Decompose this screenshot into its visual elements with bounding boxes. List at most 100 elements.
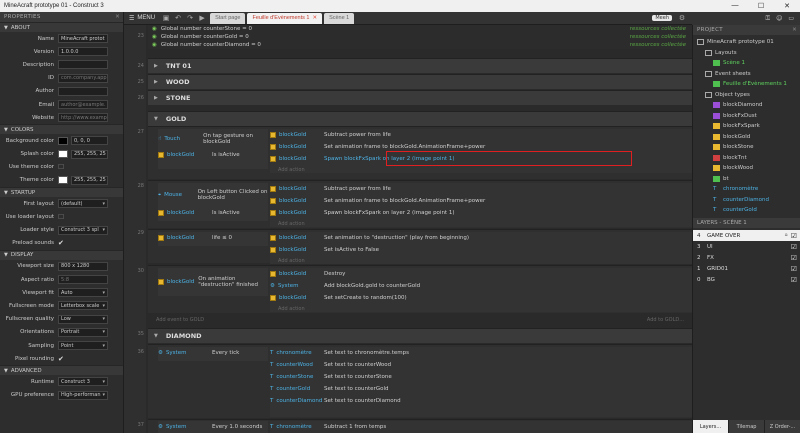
group-diamond[interactable]: ▼ DIAMOND (148, 328, 692, 343)
property-select[interactable]: Low (58, 314, 108, 324)
global-var-row[interactable]: ◉ Global number counterGold = 0 ressources… (148, 33, 692, 41)
event-row[interactable]: ⚙ System Every tick Tchronomètre Set text t… (148, 344, 692, 418)
collapse-arrow-icon[interactable]: ▶ (154, 79, 158, 85)
tab-layers[interactable]: Layers... (693, 420, 729, 433)
condition[interactable]: blockGold life ≤ 0 (158, 232, 268, 244)
layer-visible-checkbox[interactable]: ☑ (791, 265, 797, 273)
checkbox[interactable]: ☐ (58, 213, 64, 221)
minimize-icon[interactable]: — (722, 2, 748, 10)
property-input[interactable] (58, 86, 108, 96)
property-input[interactable]: http://www.examp (58, 113, 108, 123)
project-tree-item[interactable]: blockFxDust (693, 111, 800, 122)
checkbox[interactable]: ☐ (58, 163, 64, 171)
project-tree-item[interactable]: TcounterDiamond (693, 195, 800, 206)
tab-start-page[interactable]: Start page (210, 12, 246, 24)
group-tnt[interactable]: ▶ TNT 01 (148, 58, 692, 73)
project-tree-item[interactable]: Scène 1 (693, 58, 800, 69)
property-input[interactable]: 255, 255, 25 (71, 149, 108, 159)
event-row[interactable]: ⚙ System Every 1.0 seconds Tchronomètre Sub… (148, 419, 692, 433)
condition-block[interactable]: blockGold life ≤ 0 (158, 232, 268, 246)
action[interactable]: ⚙ System Add blockGold.gold to counterGold (270, 280, 692, 292)
property-input[interactable]: 5:8 (58, 275, 108, 285)
property-input[interactable] (58, 60, 108, 70)
project-tree-item[interactable]: Tchronomètre (693, 184, 800, 195)
tab-z-order[interactable]: Z Order-... (765, 420, 800, 433)
undo-icon[interactable]: ↶ (172, 14, 184, 22)
checkbox[interactable]: ✔ (58, 355, 64, 363)
menu-button[interactable]: ☰ MENU (124, 15, 160, 22)
play-icon[interactable]: ▶ (196, 14, 208, 22)
action[interactable]: blockGold Set animation to "destruction" … (270, 232, 692, 244)
expand-arrow-icon[interactable]: ▼ (154, 116, 158, 122)
close-icon[interactable]: ✕ (115, 14, 120, 20)
action-block[interactable]: blockGold Set animation to "destruction" … (270, 232, 692, 264)
condition[interactable]: ⌖ Mouse On Left button Clicked on blockGol… (158, 183, 268, 207)
group-gold[interactable]: ▼ GOLD (148, 111, 692, 126)
property-input[interactable]: com.company.app (58, 73, 108, 83)
layer-visible-checkbox[interactable]: ☑ (791, 276, 797, 284)
collapse-arrow-icon[interactable]: ▶ (154, 63, 158, 69)
redo-icon[interactable]: ↷ (184, 14, 196, 22)
expand-arrow-icon[interactable]: ▼ (4, 25, 8, 31)
section-colors[interactable]: ▼ COLORS (0, 124, 123, 135)
color-swatch[interactable] (58, 176, 68, 185)
project-tree-item[interactable]: blockTnt (693, 153, 800, 164)
event-row[interactable]: blockGold On animation "destruction" fini… (148, 265, 692, 313)
action[interactable]: blockGold Subtract power from life (270, 129, 692, 141)
account-icon[interactable]: ☺ (776, 15, 782, 22)
project-tree-item[interactable]: Object types (693, 90, 800, 101)
close-icon[interactable]: ✕ (792, 27, 797, 33)
project-tree-item[interactable]: blockGold (693, 132, 800, 143)
maximize-icon[interactable]: ☐ (748, 2, 774, 10)
add-action-link[interactable]: Add action (270, 219, 692, 228)
event-row[interactable]: ⌖ Mouse On Left button Clicked on blockGol… (148, 180, 692, 228)
add-event-link[interactable]: Add event to GOLD Add to GOLD... (148, 315, 692, 325)
property-input[interactable]: MineAcraft protot (58, 34, 108, 44)
tab-event-sheet[interactable]: Feuille d'Evènements 1 ✕ (247, 12, 323, 24)
condition-block[interactable]: ⌖ Mouse On Left button Clicked on blockGol… (158, 183, 268, 221)
property-select[interactable]: High-performan (58, 390, 108, 400)
property-input[interactable]: 800 x 1280 (58, 261, 108, 271)
layer-item[interactable]: 0 BG ☑ (693, 274, 800, 285)
collapse-arrow-icon[interactable]: ▶ (154, 95, 158, 101)
project-tree-item[interactable]: blockStone (693, 142, 800, 153)
property-select[interactable]: Portrait (58, 327, 108, 337)
add-action-link[interactable]: Add action (270, 165, 692, 174)
property-select[interactable]: (default) (58, 199, 108, 209)
property-input[interactable]: 1.0.0.0 (58, 47, 108, 57)
add-action-link[interactable]: Add action (270, 304, 692, 313)
action[interactable]: blockGold Set isActive to False (270, 244, 692, 256)
condition[interactable]: blockGold On animation "destruction" fini… (158, 268, 268, 296)
tab-scene[interactable]: Scène 1 (324, 12, 355, 24)
group-stone[interactable]: ▶ STONE (148, 90, 692, 105)
property-select[interactable]: Auto (58, 288, 108, 298)
action[interactable]: TcounterWood Set text to counterWood (270, 359, 692, 371)
action-block[interactable]: blockGold Subtract power from life blockG… (270, 183, 692, 227)
layer-visible-checkbox[interactable]: ☑ (791, 232, 797, 240)
expand-arrow-icon[interactable]: ▼ (4, 368, 8, 374)
expand-arrow-icon[interactable]: ▼ (4, 252, 8, 258)
expand-arrow-icon[interactable]: ▼ (154, 333, 158, 339)
global-var-row[interactable]: ◉ Global number counterStone = 0 ressource… (148, 25, 692, 33)
project-tree-item[interactable]: TcounterGold (693, 205, 800, 216)
project-tree-item[interactable]: Event sheets (693, 69, 800, 80)
condition[interactable]: ☝ Touch On tap gesture on blockGold (158, 129, 268, 149)
layer-visible-checkbox[interactable]: ☑ (791, 243, 797, 251)
settings-icon[interactable]: ⚙ (676, 14, 688, 22)
property-input[interactable]: author@example. (58, 100, 108, 110)
action[interactable]: blockGold Spawn blockFxSpark on layer 2 (… (270, 207, 692, 219)
property-select[interactable]: Construct 3 spl (58, 225, 108, 235)
section-about[interactable]: ▼ ABOUT (0, 22, 123, 32)
color-swatch[interactable] (58, 150, 68, 159)
expand-arrow-icon[interactable]: ▼ (4, 127, 8, 133)
property-select[interactable]: Construct 3 (58, 377, 108, 387)
property-input[interactable]: 0, 0, 0 (71, 136, 108, 146)
property-select[interactable]: Point (58, 341, 108, 351)
section-display[interactable]: ▼ DISPLAY (0, 249, 123, 260)
action[interactable]: blockGold Subtract power from life (270, 183, 692, 195)
project-tree-item[interactable]: Layouts (693, 48, 800, 59)
layer-item[interactable]: 2 FX ☑ (693, 252, 800, 263)
condition-block[interactable]: blockGold On animation "destruction" fini… (158, 268, 268, 296)
property-input[interactable]: 255, 255, 25 (71, 175, 108, 185)
action[interactable]: Tchronomètre Subtract 1 from temps (270, 421, 692, 433)
